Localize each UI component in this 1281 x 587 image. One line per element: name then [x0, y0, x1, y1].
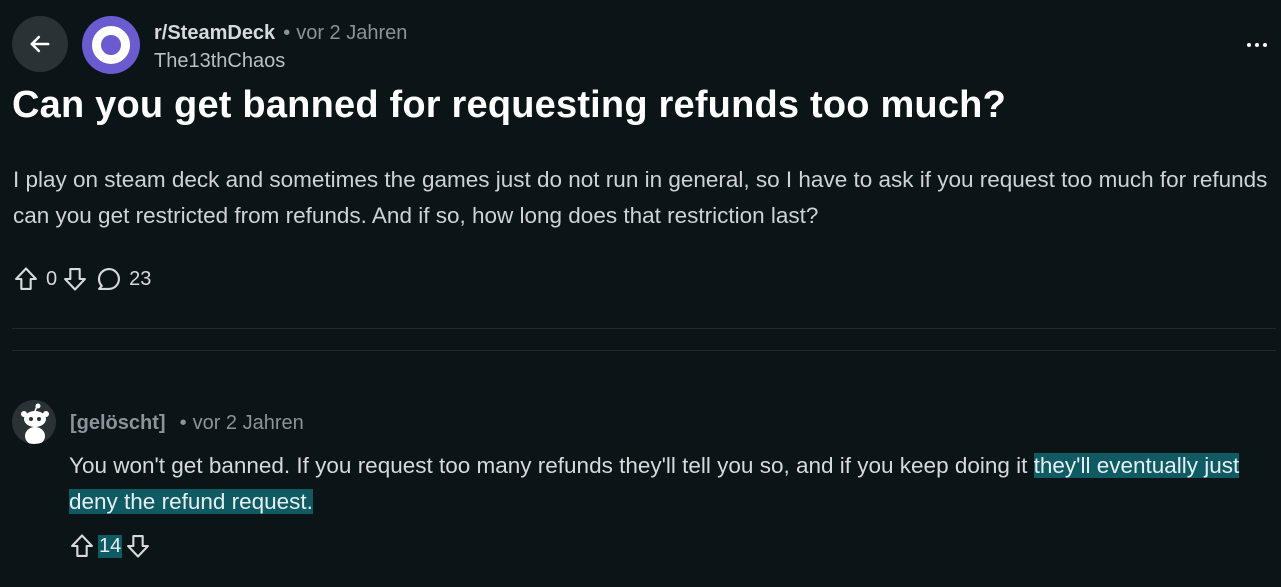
comment-vote-count: 14 — [98, 534, 123, 558]
upvote-icon — [71, 534, 93, 557]
comment-icon — [98, 268, 121, 290]
post-author[interactable]: The13thChaos — [154, 48, 407, 74]
back-arrow-icon — [30, 35, 50, 53]
downvote-icon — [64, 268, 87, 291]
comment-text: You won't get banned. If you request too… — [69, 453, 1034, 478]
meta-separator: • — [283, 22, 291, 44]
post-vote-count: 0 — [46, 267, 58, 290]
downvote-icon — [127, 535, 150, 558]
downvote-button[interactable] — [61, 265, 89, 293]
comment-meta: [gelöscht] • vor 2 Jahren — [70, 410, 304, 436]
comment-time: vor 2 Jahren — [192, 412, 304, 434]
more-options-icon[interactable] — [1245, 36, 1269, 54]
upvote-button[interactable] — [12, 265, 40, 293]
meta-separator: • — [179, 412, 187, 434]
upvote-icon — [15, 267, 37, 290]
post-time: vor 2 Jahren — [296, 22, 408, 44]
post-meta: r/SteamDeck • vor 2 Jahren The13thChaos — [154, 20, 407, 74]
post-actions: 0 23 — [12, 263, 151, 295]
comment-downvote-button[interactable] — [124, 532, 152, 560]
comment-body: You won't get banned. If you request too… — [69, 448, 1269, 520]
subreddit-icon[interactable] — [82, 16, 140, 74]
back-button[interactable] — [12, 16, 68, 72]
subreddit-link[interactable]: r/SteamDeck — [154, 22, 275, 44]
post-body: I play on steam deck and sometimes the g… — [13, 167, 1268, 228]
comments-button[interactable] — [95, 265, 123, 293]
divider — [12, 350, 1276, 351]
comment-author: [gelöscht] — [70, 412, 166, 434]
comment-upvote-button[interactable] — [68, 532, 96, 560]
avatar — [12, 400, 56, 444]
comment-actions: 14 — [68, 530, 152, 562]
divider — [12, 328, 1276, 329]
snoo-avatar-icon — [12, 400, 56, 444]
post-title: Can you get banned for requesting refund… — [12, 84, 1007, 126]
post-comment-count[interactable]: 23 — [129, 268, 151, 291]
